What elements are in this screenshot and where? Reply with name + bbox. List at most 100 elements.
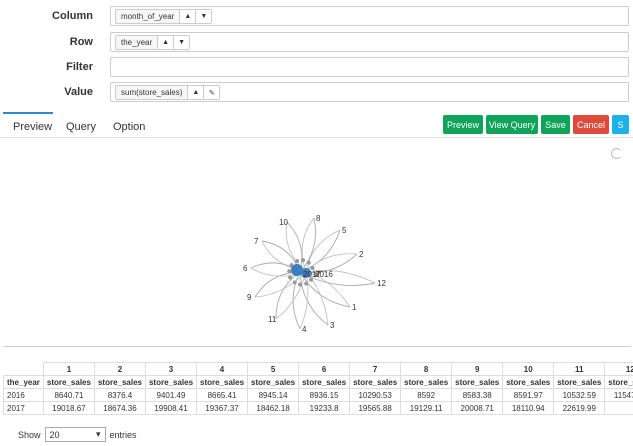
value-label: Value xyxy=(64,86,93,98)
graph-node-label: 10 xyxy=(279,218,288,227)
graph-node-label: 5 xyxy=(342,226,347,235)
graph-node-label: 3 xyxy=(330,321,335,330)
cancel-button[interactable]: Cancel xyxy=(573,115,609,134)
measure-header-row: the_year store_sales store_sales store_sal… xyxy=(3,375,633,389)
column-pill[interactable]: month_of_year ▲ ▼ xyxy=(115,9,213,24)
year-cell: 2016 xyxy=(3,388,44,402)
measure-header-cell: store_sales xyxy=(93,375,146,389)
graph-edge xyxy=(275,271,301,320)
graph-edge xyxy=(299,271,329,326)
graph-leaf-node xyxy=(314,272,319,277)
month-header-7: 7 xyxy=(349,362,402,376)
graph-edge xyxy=(299,253,358,274)
preview-button[interactable]: Preview xyxy=(443,115,483,134)
graph-edge xyxy=(305,229,341,273)
entries-label: entries xyxy=(109,429,137,440)
value-cell: 19018.67 xyxy=(42,401,95,415)
graph-leaf-node xyxy=(289,263,294,268)
graph-edge xyxy=(305,271,329,326)
measure-header-cell: store_sales xyxy=(144,375,198,389)
chart-divider xyxy=(3,346,631,347)
graph-leaf-node xyxy=(288,275,293,280)
pivot-table: 1 2 3 4 5 6 7 8 9 10 11 12 the_year store_sales stor… xyxy=(3,362,633,415)
graph-edge xyxy=(299,229,341,273)
value-cell: 11547.63 xyxy=(604,388,633,402)
row-header-cell: the_year xyxy=(3,375,44,389)
filter-dropzone[interactable] xyxy=(110,57,629,77)
value-cell: 19565.88 xyxy=(349,401,402,415)
view-query-button[interactable]: View Query xyxy=(486,115,538,134)
sort-icon[interactable]: ▲ xyxy=(157,36,174,49)
graph-leaf-node xyxy=(292,280,297,285)
value-dropzone[interactable]: sum(store_sales) ▲ ✎ xyxy=(110,82,629,102)
month-header-9: 9 xyxy=(451,362,504,376)
month-header-12: 12 xyxy=(604,362,633,376)
value-cell: 8583.38 xyxy=(451,388,504,402)
tab-query[interactable]: Query xyxy=(66,121,96,133)
graph-node-label: 8 xyxy=(316,214,321,223)
graph-edge xyxy=(305,269,376,284)
column-dropzone[interactable]: month_of_year ▲ ▼ xyxy=(110,6,629,26)
value-cell: 20008.71 xyxy=(451,401,504,415)
month-header-6: 6 xyxy=(298,362,351,376)
graph-edge xyxy=(250,267,307,277)
filter-icon[interactable]: ▼ xyxy=(173,36,190,49)
value-cell: 18462.18 xyxy=(247,401,300,415)
value-cell: 18110.94 xyxy=(502,401,555,415)
entries-value: 20 xyxy=(49,429,60,440)
measure-header-cell: store_sales xyxy=(196,375,249,389)
graph-edge xyxy=(299,271,351,308)
measure-header-cell: store_sales xyxy=(42,375,95,389)
value-cell: 8936.15 xyxy=(298,388,351,402)
sort-icon[interactable]: ▲ xyxy=(187,86,204,99)
value-cell: 10532.59 xyxy=(553,388,606,402)
value-pill[interactable]: sum(store_sales) ▲ ✎ xyxy=(115,85,221,100)
save-button[interactable]: Save xyxy=(541,115,570,134)
graph-edge xyxy=(305,253,358,273)
month-header-2: 2 xyxy=(93,362,146,376)
graph-leaf-node xyxy=(301,258,306,263)
filter-label: Filter xyxy=(66,61,93,73)
graph-leaf-node xyxy=(304,281,309,286)
graph-edge xyxy=(299,271,376,286)
value-cell: 22619.99 xyxy=(553,401,606,415)
paging-control: Show 20 ▾ entries xyxy=(18,427,137,442)
chevron-down-icon: ▾ xyxy=(95,429,101,439)
month-header-5: 5 xyxy=(247,362,300,376)
value-cell xyxy=(604,401,633,415)
entries-select[interactable]: 20 ▾ xyxy=(44,427,106,442)
filter-icon[interactable]: ▼ xyxy=(195,10,212,23)
graph-center-node xyxy=(301,268,311,278)
graph-edge xyxy=(285,221,307,273)
sort-icon[interactable]: ▲ xyxy=(179,10,196,23)
graph-edge xyxy=(275,271,307,320)
graph-leaf-node xyxy=(287,269,292,274)
row-label: Row xyxy=(69,36,93,48)
graph-node-label: 2 xyxy=(359,250,364,259)
graph-edge xyxy=(250,262,301,273)
value-pill-label: sum(store_sales) xyxy=(121,88,183,97)
tab-preview[interactable]: Preview xyxy=(13,121,52,133)
s-button[interactable]: S xyxy=(612,115,629,134)
value-cell: 19367.37 xyxy=(196,401,249,415)
tab-option[interactable]: Option xyxy=(113,121,145,133)
graph-center-node xyxy=(291,264,303,276)
graph-edge xyxy=(254,271,307,298)
refresh-icon[interactable] xyxy=(611,148,622,159)
measure-header-cell: store_sales xyxy=(451,375,504,389)
table-row: 2017 19018.67 18674.36 19908.41 19367.37 184… xyxy=(3,401,633,415)
value-cell: 10290.53 xyxy=(349,388,402,402)
show-label: Show xyxy=(18,429,41,440)
month-header-11: 11 xyxy=(553,362,606,376)
edit-icon[interactable]: ✎ xyxy=(203,86,220,99)
row-pill[interactable]: the_year ▲ ▼ xyxy=(115,35,191,50)
value-cell: 19908.41 xyxy=(144,401,198,415)
column-pill-label: month_of_year xyxy=(121,12,175,21)
graph-leaf-node xyxy=(310,266,315,271)
graph-edge xyxy=(261,240,307,273)
month-header-8: 8 xyxy=(400,362,453,376)
corner-cell xyxy=(4,363,44,376)
month-header-1: 1 xyxy=(42,362,95,376)
row-dropzone[interactable]: the_year ▲ ▼ xyxy=(110,32,629,52)
measure-header-cell: store_sales xyxy=(502,375,555,389)
